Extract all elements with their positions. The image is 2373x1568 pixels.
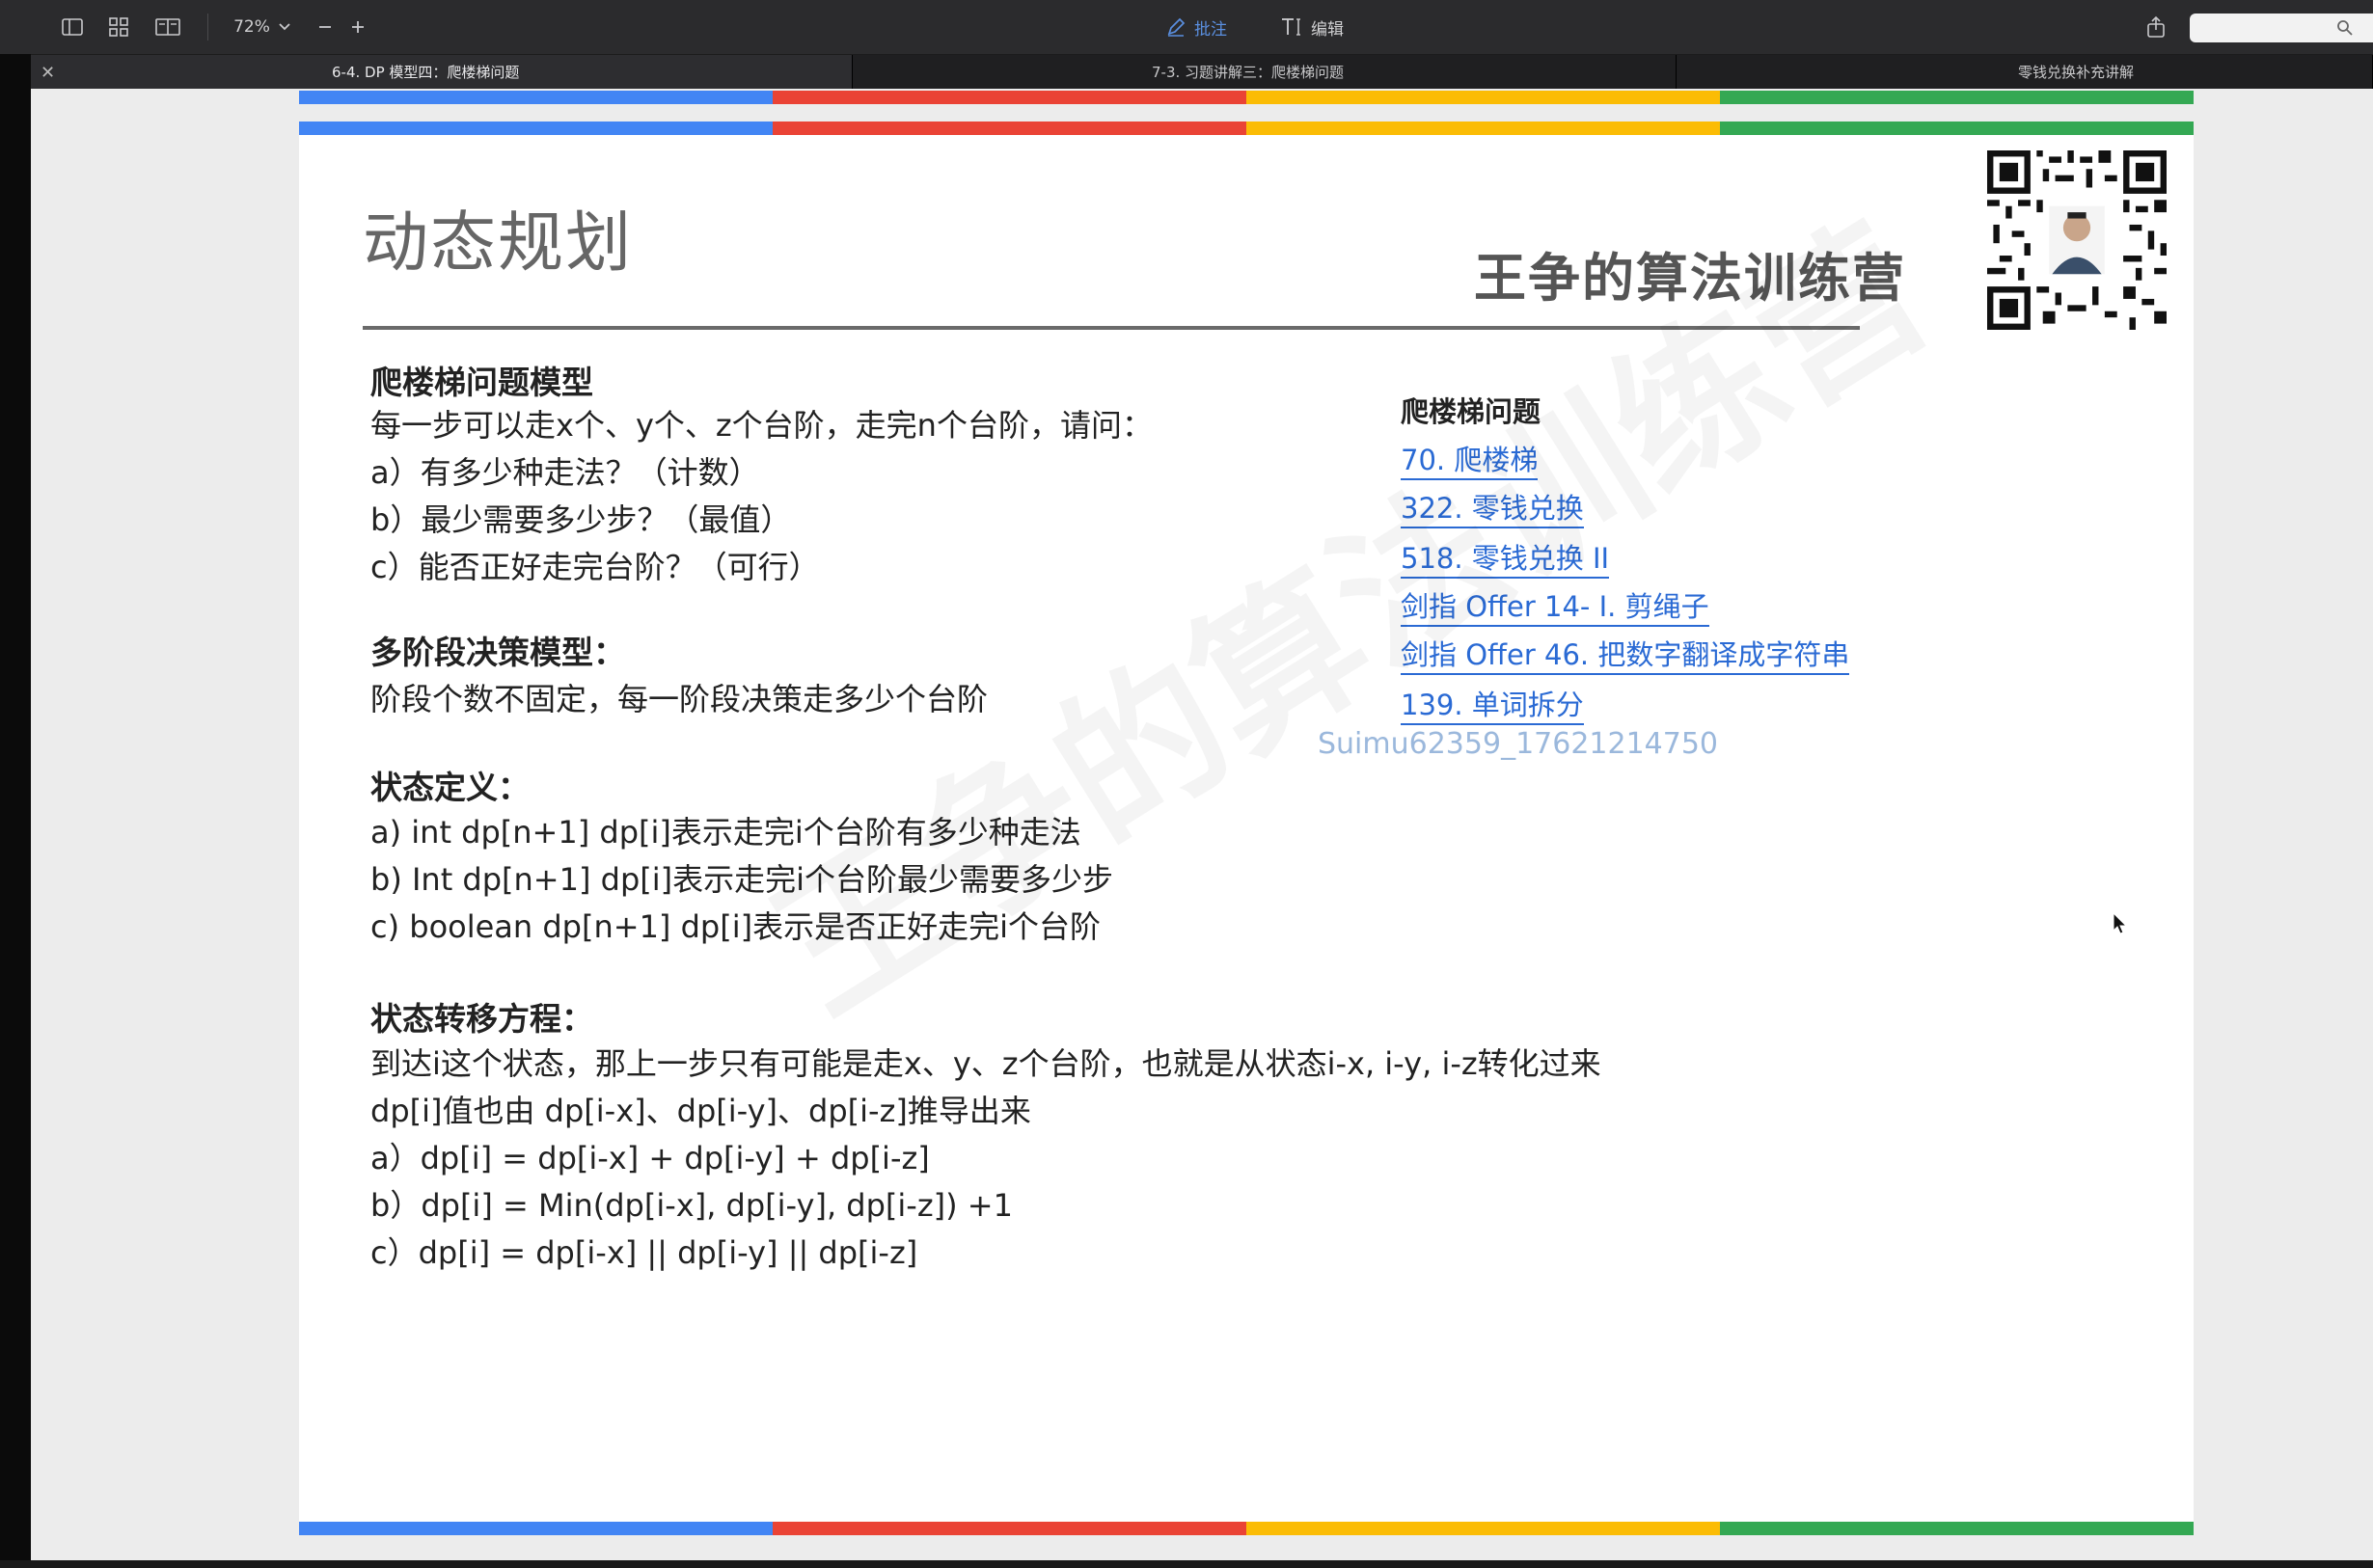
- slide-top-stripe: [299, 122, 2194, 135]
- model-line: b）最少需要多少步？（最值）: [370, 501, 792, 538]
- sidebar-icon: [62, 18, 83, 36]
- sidebar-toggle-button[interactable]: [58, 12, 87, 42]
- transition-line: a）dp[i] = dp[i-x] + dp[i-y] + dp[i-z]: [370, 1140, 930, 1176]
- tab-dp-model-4[interactable]: ✕ 6-4. DP 模型四：爬楼梯问题: [0, 55, 853, 89]
- zoom-select[interactable]: 72%: [232, 12, 293, 42]
- stripe-blue: [299, 122, 773, 135]
- search-icon-button[interactable]: [2336, 19, 2354, 41]
- tab-label: 零钱兑换补充讲解: [2018, 64, 2135, 81]
- minus-icon: [319, 26, 331, 28]
- toolbar-separator: [207, 14, 208, 41]
- window-bottom-edge: [0, 1560, 2373, 1568]
- mouse-cursor-icon: [2113, 912, 2128, 934]
- two-page-icon: [155, 18, 180, 36]
- tab-exercise-3[interactable]: 7-3. 习题讲解三：爬楼梯问题: [853, 55, 1677, 89]
- transition-line: c）dp[i] = dp[i-x] || dp[i-y] || dp[i-z]: [370, 1234, 918, 1271]
- zoom-value: 72%: [233, 17, 270, 37]
- model-line: 每一步可以走x个、y个、z个台阶，走完n个台阶，请问：: [370, 407, 1153, 444]
- stripe-blue: [299, 91, 773, 104]
- share-button[interactable]: [2143, 12, 2168, 42]
- transition-line: b）dp[i] = Min(dp[i-x], dp[i-y], dp[i-z])…: [370, 1187, 1013, 1224]
- section-heading-multistage: 多阶段决策模型：: [370, 634, 625, 671]
- tab-bar: ✕ 6-4. DP 模型四：爬楼梯问题 7-3. 习题讲解三：爬楼梯问题 零钱兑…: [0, 55, 2373, 89]
- stripe-green: [1720, 91, 2194, 104]
- watermark-text: 王争的算法训练营: [723, 159, 1962, 1055]
- page-layout-button[interactable]: [152, 12, 183, 42]
- stripe-yellow: [1246, 1522, 1720, 1535]
- zoom-in-button[interactable]: [347, 12, 368, 42]
- slide-bottom-stripe: [299, 1522, 2194, 1535]
- previous-page-stripe: [299, 91, 2194, 104]
- page-title: 动态规划: [363, 205, 634, 282]
- search-icon: [2337, 20, 2353, 36]
- tab-label: 6-4. DP 模型四：爬楼梯问题: [332, 64, 520, 81]
- tab-label: 7-3. 习题讲解三：爬楼梯问题: [1152, 64, 1345, 81]
- multistage-line: 阶段个数不固定，每一阶段决策走多少个台阶: [370, 681, 989, 717]
- qr-code-image: [1987, 150, 2167, 330]
- tab-coin-change[interactable]: 零钱兑换补充讲解: [1677, 55, 2373, 89]
- search-input[interactable]: [2197, 16, 2336, 40]
- edit-label: 编辑: [1311, 19, 1344, 40]
- thumbnail-view-button[interactable]: [104, 12, 133, 42]
- stripe-yellow: [1246, 91, 1720, 104]
- grid-icon: [109, 17, 128, 37]
- chevron-down-icon: [279, 23, 290, 31]
- toolbar: 72% 批注 编辑: [0, 0, 2373, 55]
- model-line: c）能否正好走完台阶？（可行）: [370, 549, 820, 585]
- stripe-yellow: [1246, 122, 1720, 135]
- stripe-blue: [299, 1522, 773, 1535]
- stripe-green: [1720, 1522, 2194, 1535]
- zoom-out-button[interactable]: [314, 12, 336, 42]
- transition-line: 到达i这个状态，那上一步只有可能是走x、y、z个台阶，也就是从状态i-x, i-…: [370, 1045, 1601, 1082]
- share-icon: [2147, 15, 2165, 38]
- close-icon[interactable]: ✕: [41, 63, 55, 83]
- stripe-red: [773, 1522, 1246, 1535]
- pen-icon: [1167, 17, 1186, 37]
- edit-button[interactable]: 编辑: [1275, 12, 1349, 42]
- slide-page: 动态规划 王争的算法训练营 爬楼梯问题模型 每一步可以走x个、y个、z个台阶，走…: [299, 122, 2194, 1533]
- text-edit-icon: [1282, 18, 1300, 36]
- watermark-id-text: Suimu62359_17621214750: [1318, 727, 1719, 761]
- section-heading-state: 状态定义：: [370, 769, 530, 806]
- model-line: a）有多少种走法？（计数）: [370, 454, 760, 491]
- stripe-red: [773, 91, 1246, 104]
- transition-line: dp[i]值也由 dp[i-x]、dp[i-y]、dp[i-z]推导出来: [370, 1093, 1031, 1129]
- section-heading-model: 爬楼梯问题模型: [370, 364, 593, 401]
- stripe-red: [773, 122, 1246, 135]
- annotate-label: 批注: [1194, 19, 1227, 40]
- stripe-green: [1720, 122, 2194, 135]
- pdf-viewer-app: 72% 批注 编辑 ✕ 6-4. DP 模型四：爬楼梯问题 7-3. 习题讲解三…: [0, 0, 2373, 1568]
- plus-icon: [352, 21, 364, 33]
- annotate-button[interactable]: 批注: [1158, 12, 1235, 42]
- window-edge: [0, 54, 31, 1568]
- section-heading-transition: 状态转移方程：: [370, 1000, 593, 1038]
